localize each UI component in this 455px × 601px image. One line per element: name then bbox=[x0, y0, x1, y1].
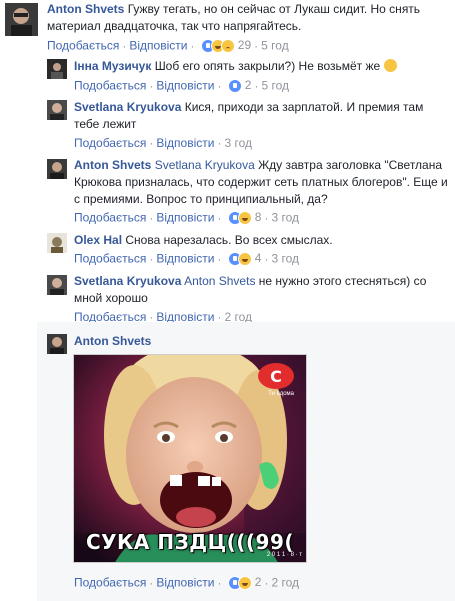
reactions[interactable]: 4 bbox=[227, 251, 262, 266]
reply-link[interactable]: Відповісти bbox=[156, 136, 214, 150]
like-reaction-icon bbox=[227, 78, 242, 93]
avatar[interactable] bbox=[47, 159, 67, 179]
avatar[interactable] bbox=[47, 334, 67, 354]
author-link[interactable]: Olex Hal bbox=[74, 233, 122, 247]
timestamp[interactable]: 5 год bbox=[261, 79, 289, 93]
author-link[interactable]: Anton Shvets bbox=[74, 158, 151, 172]
mention-link[interactable]: Svetlana Kryukova bbox=[155, 158, 255, 172]
haha-reaction-icon bbox=[237, 210, 252, 225]
watermark: 2 0 1 1 · 8 · т bbox=[266, 552, 302, 558]
reactions[interactable]: 2 bbox=[227, 78, 252, 93]
timestamp[interactable]: 5 год bbox=[261, 39, 289, 53]
haha-reaction-icon bbox=[237, 575, 252, 590]
comment-text: Anton Shvets Гужву тегать, но он сейчас … bbox=[47, 2, 421, 33]
like-link[interactable]: Подобається bbox=[74, 79, 146, 93]
avatar[interactable] bbox=[5, 3, 38, 36]
like-link[interactable]: Подобається bbox=[74, 252, 146, 266]
timestamp[interactable]: 3 год bbox=[224, 136, 252, 150]
comment-text: Anton Shvets bbox=[74, 333, 449, 350]
timestamp[interactable]: 3 год bbox=[271, 211, 299, 225]
like-link[interactable]: Подобається bbox=[47, 39, 119, 53]
comment-actions: Подобається · Відповісти · 2 · 5 год bbox=[74, 78, 290, 93]
channel-slogan: Ти вдома bbox=[268, 391, 294, 397]
meme-image[interactable]: С Ти вдома СУКА ПЗДЦ(((99( 2 0 1 1 · 8 ·… bbox=[73, 354, 307, 563]
reply-link[interactable]: Відповісти bbox=[156, 211, 214, 225]
reaction-count: 2 bbox=[244, 78, 252, 92]
comment-actions: Подобається · Відповісти · 3 год bbox=[74, 136, 252, 150]
reply-link[interactable]: Відповісти bbox=[129, 39, 187, 53]
reaction-count: 2 bbox=[254, 575, 262, 589]
comment-text: Svetlana Kryukova Anton Shvets не нужно … bbox=[74, 274, 427, 305]
comment-thread: Anton Shvets Гужву тегать, но он сейчас … bbox=[0, 0, 455, 601]
haha-reaction-icon bbox=[237, 251, 252, 266]
avatar[interactable] bbox=[47, 275, 67, 295]
reply-link[interactable]: Відповісти bbox=[156, 252, 214, 266]
comment-text: Інна Музичук Шоб его опять закрыли?) Не … bbox=[74, 58, 449, 75]
author-link[interactable]: Anton Shvets bbox=[74, 334, 151, 348]
reply-link[interactable]: Відповісти bbox=[156, 79, 214, 93]
author-link[interactable]: Anton Shvets bbox=[47, 2, 124, 16]
reaction-count: 8 bbox=[254, 210, 262, 224]
like-link[interactable]: Подобається bbox=[74, 211, 146, 225]
author-link[interactable]: Інна Музичук bbox=[74, 59, 151, 73]
mention-link[interactable]: Anton Shvets bbox=[184, 274, 255, 288]
like-link[interactable]: Подобається bbox=[74, 136, 146, 150]
reply-link[interactable]: Відповісти bbox=[156, 576, 214, 590]
author-link[interactable]: Svetlana Kryukova bbox=[74, 274, 181, 288]
reactions[interactable]: 8 bbox=[227, 210, 262, 225]
reaction-count: 29 bbox=[237, 38, 252, 52]
sad-reaction-icon bbox=[220, 38, 235, 53]
comment-actions: Подобається · Відповісти · 8 · 3 год bbox=[74, 210, 300, 225]
timestamp[interactable]: 3 год bbox=[271, 252, 299, 266]
reactions[interactable]: 29 bbox=[200, 38, 252, 53]
channel-logo: С bbox=[256, 361, 296, 391]
comment-actions: Подобається · Відповісти · 29 · 5 год bbox=[47, 38, 289, 53]
confused-emoji-icon bbox=[383, 59, 397, 72]
reactions[interactable]: 2 bbox=[227, 575, 262, 590]
avatar[interactable] bbox=[47, 59, 67, 79]
meme-caption: СУКА ПЗДЦ(((99( bbox=[85, 530, 295, 554]
comment-actions: Подобається · Відповісти · 4 · 3 год bbox=[74, 251, 300, 266]
author-link[interactable]: Svetlana Kryukova bbox=[74, 100, 181, 114]
like-link[interactable]: Подобається bbox=[74, 576, 146, 590]
avatar[interactable] bbox=[47, 100, 67, 120]
reaction-count: 4 bbox=[254, 251, 262, 265]
comment-text: Anton Shvets Svetlana Kryukova Жду завтр… bbox=[74, 158, 448, 206]
comment-text: Olex Hal Снова нарезалась. Во всех смысл… bbox=[74, 233, 333, 247]
comment-actions: Подобається · Відповісти · 2 · 2 год bbox=[74, 575, 300, 590]
comment-text: Svetlana Kryukova Кися, приходи за зарпл… bbox=[74, 100, 424, 131]
avatar[interactable] bbox=[47, 233, 67, 253]
timestamp[interactable]: 2 год bbox=[271, 576, 299, 590]
svg-text:С: С bbox=[270, 367, 282, 386]
